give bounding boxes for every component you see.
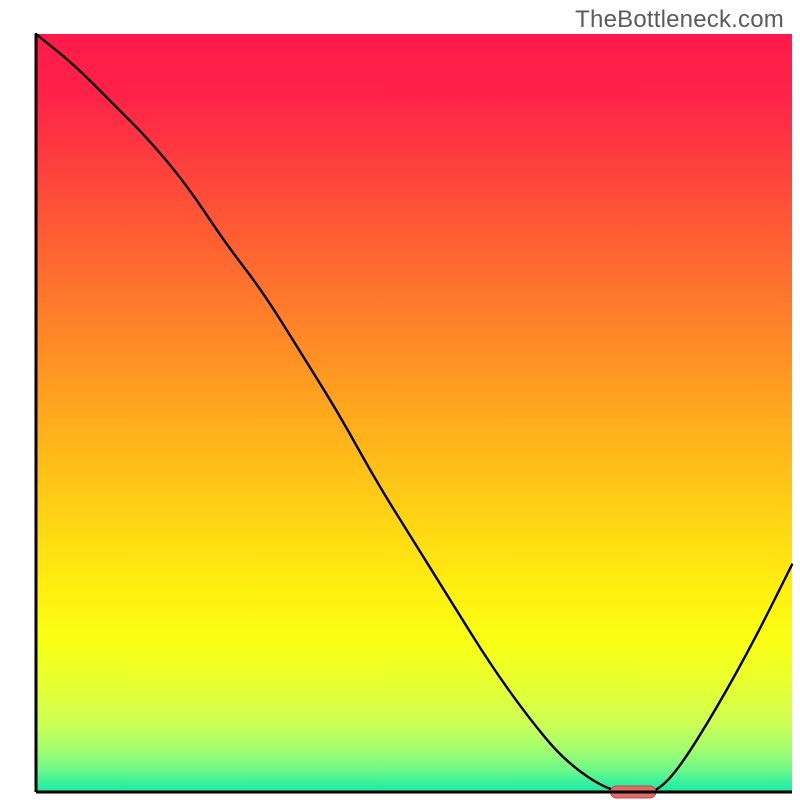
chart-svg [0,0,800,800]
watermark-text: TheBottleneck.com [575,6,784,34]
gradient-background [36,34,792,792]
bottleneck-chart: TheBottleneck.com [0,0,800,800]
